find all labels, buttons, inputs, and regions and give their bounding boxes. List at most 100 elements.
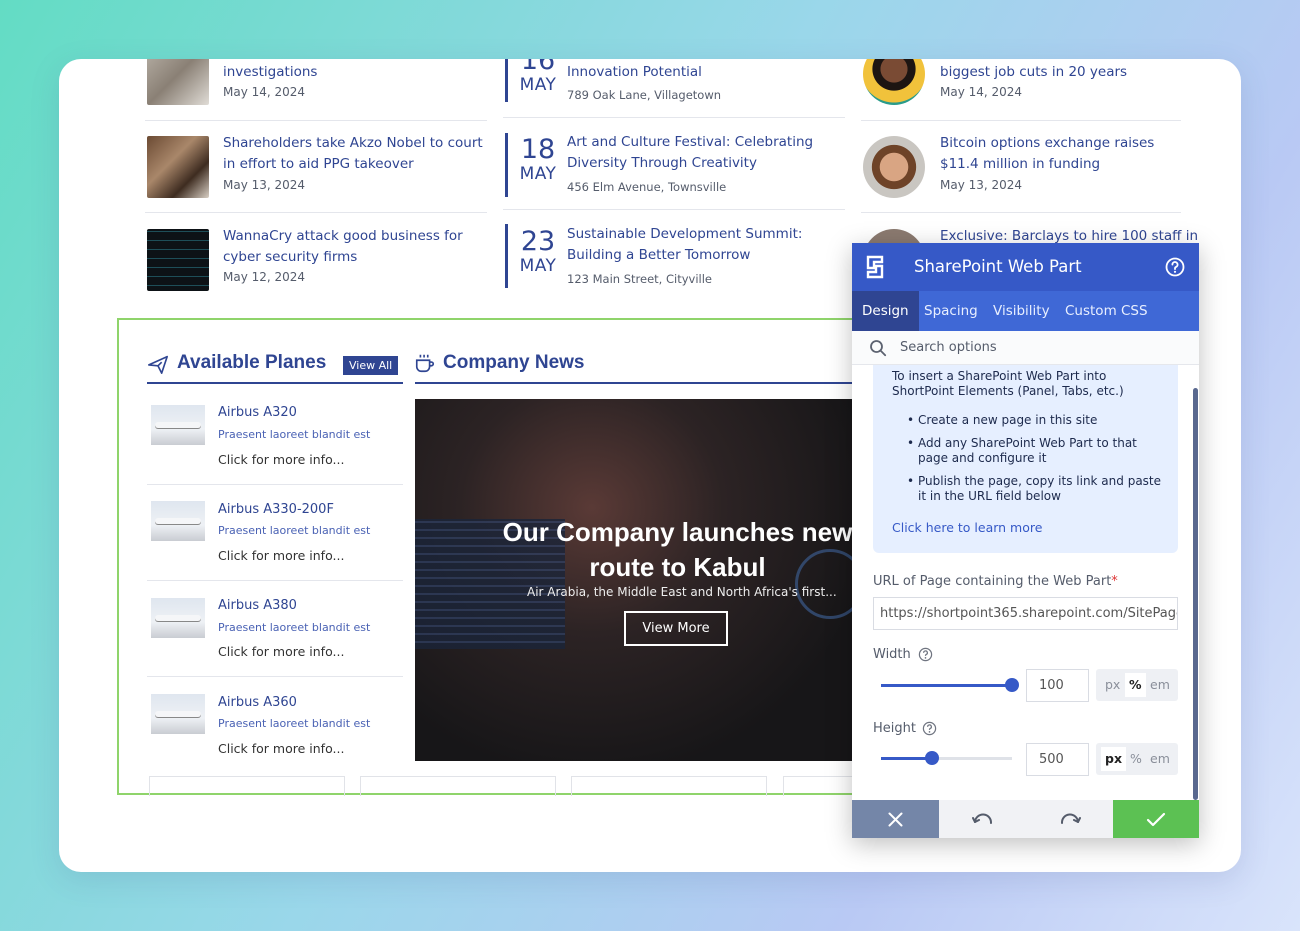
event-title[interactable]: Innovation Potential — [567, 62, 842, 83]
help-circle-icon[interactable] — [918, 647, 933, 662]
divider — [503, 117, 845, 118]
unit-px[interactable]: px — [1101, 747, 1127, 771]
panel-header: SharePoint Web Part — [852, 243, 1199, 291]
view-all-button[interactable]: View All — [343, 356, 399, 375]
divider — [147, 676, 403, 677]
url-field[interactable]: https://shortpoint365.sharepoint.com/Sit… — [873, 597, 1178, 630]
author-avatar[interactable] — [863, 136, 925, 198]
height-input[interactable]: 500 — [1026, 743, 1089, 776]
sharepoint-web-part-panel: SharePoint Web Part Design Spacing Visib… — [852, 243, 1199, 838]
more-info-link[interactable]: Click for more info... — [218, 741, 344, 756]
search-icon — [870, 340, 887, 357]
news-title[interactable]: WannaCry attack good business for cyber … — [223, 226, 491, 268]
plane-name[interactable]: Airbus A320 — [218, 405, 297, 420]
divider — [503, 209, 845, 210]
news-date: May 14, 2024 — [223, 85, 306, 99]
info-bullet-continuation: it in the URL field below — [918, 489, 1061, 503]
undo-icon — [972, 813, 992, 824]
redo-button[interactable] — [1026, 800, 1113, 838]
hero-subtitle: Air Arabia, the Middle East and North Af… — [527, 585, 837, 599]
help-icon[interactable] — [1165, 257, 1185, 277]
plane-name[interactable]: Airbus A330-200F — [218, 502, 334, 517]
news-thumbnail[interactable] — [147, 229, 209, 291]
plane-description: Praesent laoreet blandit est — [218, 524, 371, 537]
shortpoint-logo-icon — [866, 255, 884, 279]
event-date: 18 MAY — [506, 136, 570, 185]
news-date: May 12, 2024 — [223, 270, 306, 284]
undo-button[interactable] — [939, 800, 1026, 838]
hero-title: Our Company launches new — [502, 517, 853, 547]
author-avatar[interactable] — [863, 59, 925, 105]
news-title[interactable]: Shareholders take Akzo Nobel to court in… — [223, 133, 491, 175]
unit-percent[interactable]: % — [1125, 673, 1146, 697]
info-heading: ShortPoint Elements (Panel, Tabs, etc.) — [892, 384, 1124, 398]
plane-name[interactable]: Airbus A360 — [218, 695, 297, 710]
url-label: URL of Page containing the Web Part* — [873, 574, 1118, 589]
width-slider-fill — [881, 684, 1012, 687]
panel-tabs: Design Spacing Visibility Custom CSS — [852, 291, 1199, 331]
tab-design[interactable]: Design — [852, 291, 919, 331]
unit-px[interactable]: px — [1105, 677, 1120, 692]
news-title[interactable]: Bitcoin options exchange raises $11.4 mi… — [940, 133, 1185, 175]
more-info-link[interactable]: Click for more info... — [218, 452, 344, 467]
section-underline — [147, 382, 403, 384]
height-label-text: Height — [873, 721, 916, 736]
section-underline — [415, 382, 857, 384]
search-input[interactable]: Search options — [900, 340, 997, 355]
height-value: 500 — [1039, 752, 1064, 767]
info-bullet: Create a new page in this site — [907, 413, 1097, 428]
info-box: To insert a SharePoint Web Part into Sho… — [873, 365, 1178, 553]
unit-em[interactable]: em — [1150, 677, 1170, 692]
info-bullet: Add any SharePoint Web Part to that — [907, 436, 1137, 451]
event-date: 16 MAY — [506, 59, 570, 95]
placeholder-box — [783, 776, 853, 796]
confirm-button[interactable] — [1113, 800, 1199, 838]
width-unit-selector: px % em — [1096, 669, 1178, 701]
required-mark: * — [1111, 574, 1118, 589]
divider — [861, 120, 1181, 121]
panel-title: SharePoint Web Part — [914, 257, 1082, 276]
plane-icon — [148, 355, 168, 374]
unit-percent[interactable]: % — [1130, 751, 1142, 766]
width-input[interactable]: 100 — [1026, 669, 1089, 702]
hero-banner[interactable]: Our Company launches new route to Kabul … — [415, 399, 857, 761]
event-title[interactable]: Art and Culture Festival: Celebrating Di… — [567, 132, 842, 174]
event-month: MAY — [519, 75, 557, 95]
learn-more-link[interactable]: Click here to learn more — [892, 520, 1042, 535]
event-date: 23 MAY — [506, 226, 570, 277]
news-thumbnail[interactable] — [147, 136, 209, 198]
plane-description: Praesent laoreet blandit est — [218, 621, 371, 634]
news-thumbnail[interactable] — [147, 59, 209, 105]
more-info-link[interactable]: Click for more info... — [218, 644, 344, 659]
plane-description: Praesent laoreet blandit est — [218, 717, 371, 730]
search-bar[interactable]: Search options — [852, 331, 1199, 365]
help-circle-icon[interactable] — [922, 721, 937, 736]
tab-custom-css[interactable]: Custom CSS — [1065, 303, 1148, 319]
tab-spacing[interactable]: Spacing — [924, 303, 978, 319]
event-day: 16 — [520, 59, 556, 76]
height-label: Height — [873, 721, 916, 736]
more-info-link[interactable]: Click for more info... — [218, 548, 344, 563]
placeholder-box — [149, 776, 345, 796]
divider — [147, 484, 403, 485]
plane-thumbnail — [151, 501, 205, 541]
plane-name[interactable]: Airbus A380 — [218, 598, 297, 613]
url-value: https://shortpoint365.sharepoint.com/Sit… — [880, 606, 1178, 621]
tab-visibility[interactable]: Visibility — [993, 303, 1050, 319]
event-title[interactable]: Sustainable Development Summit: Building… — [567, 224, 842, 266]
unit-em[interactable]: em — [1150, 751, 1170, 766]
news-date: May 13, 2024 — [223, 178, 306, 192]
event-day: 23 — [520, 226, 556, 257]
plane-thumbnail — [151, 694, 205, 734]
width-value: 100 — [1039, 678, 1064, 693]
height-slider-handle[interactable] — [925, 751, 940, 765]
news-title[interactable]: biggest job cuts in 20 years — [940, 62, 1127, 83]
news-title[interactable]: investigations — [223, 62, 317, 83]
event-month: MAY — [519, 256, 557, 276]
coffee-cup-icon — [415, 354, 435, 373]
scrollbar[interactable] — [1193, 388, 1198, 800]
width-slider-handle[interactable] — [1005, 678, 1019, 692]
view-more-button[interactable]: View More — [624, 611, 728, 646]
event-location: 789 Oak Lane, Villagetown — [567, 88, 722, 102]
cancel-button[interactable] — [852, 800, 939, 838]
